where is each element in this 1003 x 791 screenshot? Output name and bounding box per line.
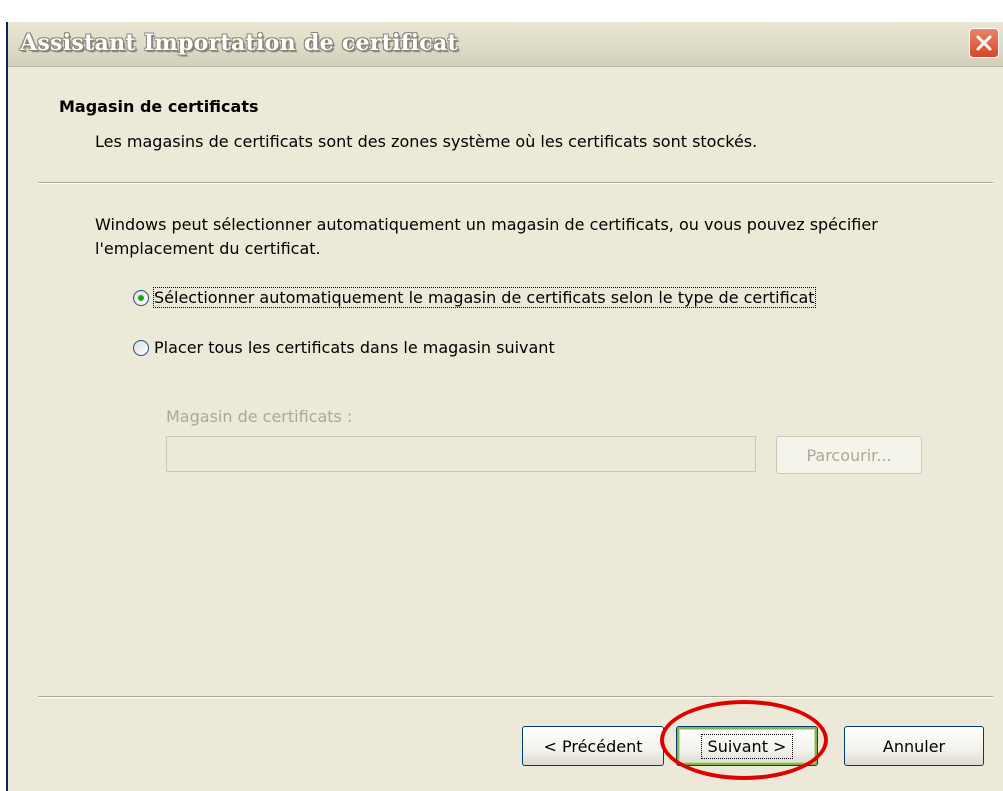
- footer-divider: [38, 696, 993, 698]
- wizard-content: Magasin de certificats Les magasins de c…: [8, 66, 1003, 791]
- close-icon: [976, 35, 992, 51]
- option-place-in-store-label[interactable]: Placer tous les certificats dans le maga…: [154, 338, 555, 357]
- section-description: Les magasins de certificats sont des zon…: [95, 132, 758, 151]
- intro-text: Windows peut sélectionner automatiquemen…: [95, 215, 878, 258]
- close-button[interactable]: [969, 28, 999, 58]
- option-auto-select-label[interactable]: Sélectionner automatiquement le magasin …: [153, 287, 816, 308]
- window-title: Assistant Importation de certificat: [20, 30, 458, 56]
- browse-button[interactable]: Parcourir...: [776, 436, 922, 474]
- option-auto-select[interactable]: Sélectionner automatiquement le magasin …: [133, 287, 816, 308]
- back-button[interactable]: < Précédent: [522, 726, 664, 766]
- header-divider: [38, 182, 993, 184]
- next-button[interactable]: Suivant >: [676, 726, 818, 766]
- radio-place-in-store[interactable]: [133, 339, 149, 356]
- section-title: Magasin de certificats: [59, 97, 259, 116]
- back-button-label: < Précédent: [543, 736, 643, 756]
- next-button-label: Suivant >: [700, 733, 794, 759]
- title-bar[interactable]: Assistant Importation de certificat: [8, 22, 1003, 67]
- option-place-in-store[interactable]: Placer tous les certificats dans le maga…: [133, 338, 555, 357]
- cancel-button[interactable]: Annuler: [844, 726, 984, 766]
- store-field-label: Magasin de certificats :: [166, 407, 353, 426]
- radio-auto-select[interactable]: [133, 289, 149, 306]
- cancel-button-label: Annuler: [882, 736, 946, 756]
- certificate-import-wizard-window: Assistant Importation de certificat Maga…: [6, 22, 1003, 791]
- certificate-store-input[interactable]: [166, 436, 756, 472]
